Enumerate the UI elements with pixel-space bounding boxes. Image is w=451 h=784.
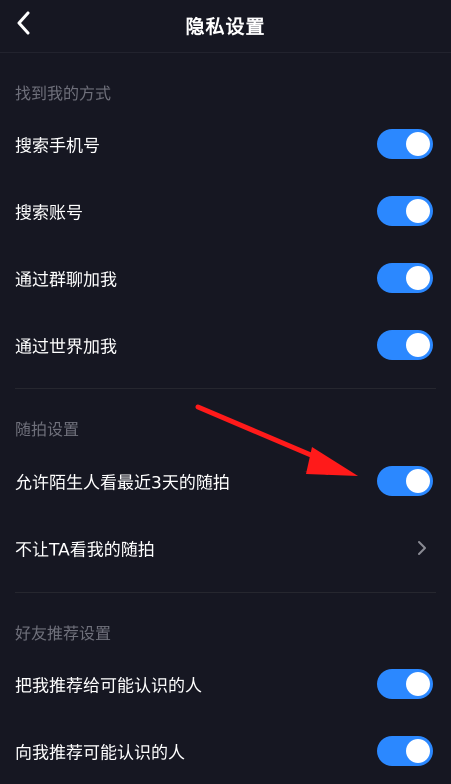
group-chat-toggle[interactable]: [377, 263, 433, 293]
toggle-knob: [406, 469, 430, 493]
setting-label: 搜索手机号: [15, 136, 100, 157]
toggle-knob: [406, 333, 430, 357]
stranger-snap-toggle[interactable]: [377, 466, 433, 496]
section-label-friend-recommend: 好友推荐设置: [15, 624, 112, 643]
toggle-knob: [406, 132, 430, 156]
recommend-me-toggle[interactable]: [377, 669, 433, 699]
search-phone-toggle[interactable]: [377, 129, 433, 159]
red-arrow-annotation: [195, 404, 358, 476]
toggle-knob: [406, 266, 430, 290]
setting-row-world: 通过世界加我: [0, 312, 451, 378]
recommend-to-me-toggle[interactable]: [377, 736, 433, 766]
section-divider: [15, 592, 436, 593]
section-label-find-me: 找到我的方式: [15, 84, 112, 103]
setting-label: 通过群聊加我: [15, 270, 117, 291]
section-label-snap: 随拍设置: [15, 420, 80, 439]
setting-label: 不让TA看我的随拍: [15, 540, 155, 561]
setting-row-recommend-me: 把我推荐给可能认识的人: [0, 651, 451, 717]
setting-label: 搜索账号: [15, 203, 83, 224]
setting-row-search-account: 搜索账号: [0, 178, 451, 244]
setting-row-group-chat: 通过群聊加我: [0, 245, 451, 311]
setting-label: 把我推荐给可能认识的人: [15, 676, 202, 697]
setting-row-recommend-to-me: 向我推荐可能认识的人: [0, 718, 451, 784]
setting-row-search-phone: 搜索手机号: [0, 111, 451, 177]
world-toggle[interactable]: [377, 330, 433, 360]
page-title: 隐私设置: [185, 16, 266, 38]
toggle-knob: [406, 672, 430, 696]
search-account-toggle[interactable]: [377, 196, 433, 226]
chevron-right-icon: [418, 541, 426, 555]
toggle-knob: [406, 739, 430, 763]
setting-label: 向我推荐可能认识的人: [15, 743, 185, 764]
toggle-knob: [406, 199, 430, 223]
setting-row-block-snap[interactable]: 不让TA看我的随拍: [0, 515, 451, 581]
nav-bar: 隐私设置: [0, 0, 451, 53]
setting-label: 通过世界加我: [15, 337, 117, 358]
section-divider: [15, 388, 436, 389]
